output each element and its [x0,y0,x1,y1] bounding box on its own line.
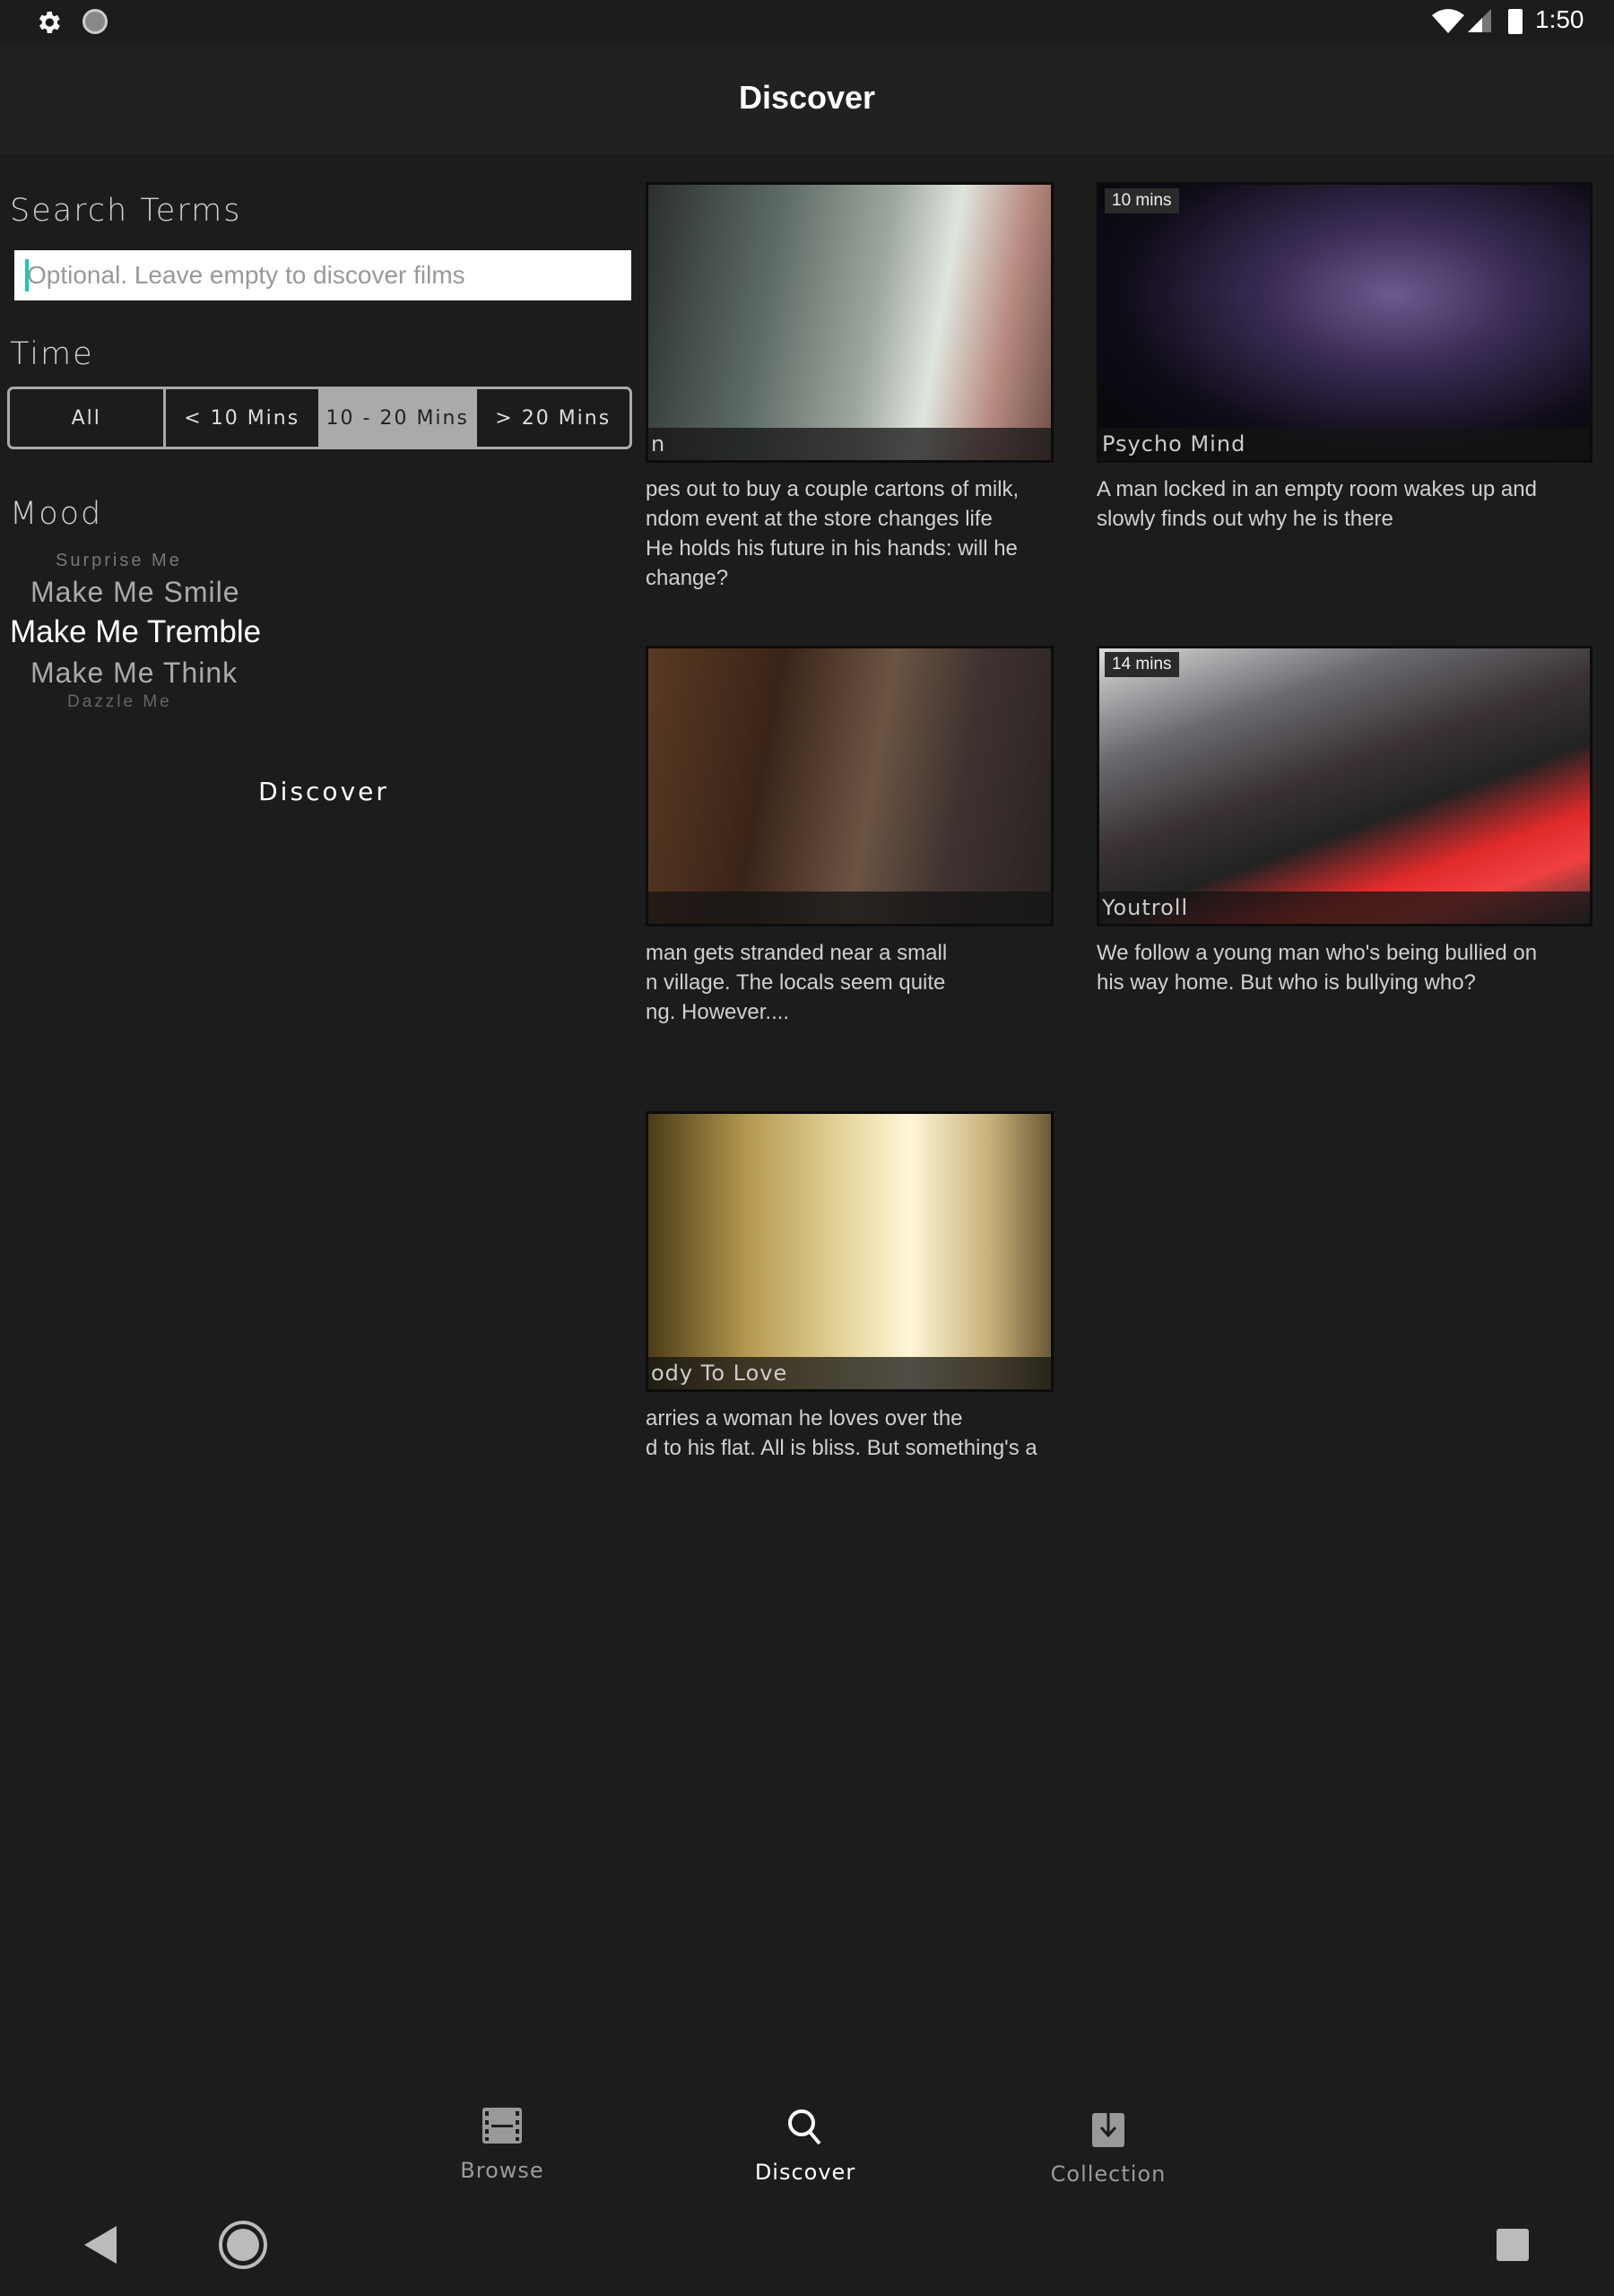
film-description: arries a woman he loves over the d to hi… [646,1404,1054,1463]
mood-surprise-me[interactable]: Surprise Me [56,551,182,571]
search-terms-label: Search Terms [10,193,242,229]
nav-discover[interactable]: Discover [698,2108,913,2185]
mood-make-me-tremble[interactable]: Make Me Tremble [10,614,261,650]
search-icon [788,2109,821,2145]
film-description: pes out to buy a couple cartons of milk,… [646,474,1054,593]
desc-line: ng. However.... [646,1000,790,1024]
desc-line: his way home. But who is bullying who? [1097,970,1476,995]
recents-button[interactable] [1497,2229,1529,2261]
home-icon [227,2229,259,2261]
signal-icon [1468,9,1491,32]
nav-label: Browse [460,2158,544,2183]
time-option-over-20[interactable]: > 20 Mins [477,389,630,447]
film-title: n [648,428,1051,460]
film-thumbnail[interactable]: ody To Love [646,1111,1054,1392]
time-option-all[interactable]: All [10,389,166,447]
desc-line: He holds his future in his hands: will h… [646,536,1018,561]
download-icon [1092,2108,1124,2147]
mood-make-me-smile[interactable]: Make Me Smile [30,576,240,609]
battery-icon [1508,9,1523,34]
home-button[interactable] [219,2221,267,2269]
film-thumbnail[interactable]: 14 mins Youtroll [1097,646,1592,926]
film-card[interactable]: ody To Love arries a woman he loves over… [646,1111,1054,1488]
nav-collection[interactable]: Collection [1001,2108,1216,2187]
film-icon [482,2108,522,2144]
status-bar: 1:50 [0,0,1614,45]
mood-dazzle-me[interactable]: Dazzle Me [67,692,172,712]
nav-label: Discover [754,2160,856,2185]
desc-line: ndom event at the store changes life [646,507,993,531]
desc-line: man gets stranded near a small [646,941,948,965]
back-icon[interactable] [84,2226,118,2264]
film-description: A man locked in an empty room wakes up a… [1097,474,1592,534]
desc-line: d to his flat. All is bliss. But somethi… [646,1436,1037,1460]
desc-line: pes out to buy a couple cartons of milk, [646,477,1020,501]
duration-badge: 10 mins [1105,188,1179,213]
search-placeholder: Optional. Leave empty to discover films [27,261,465,289]
film-card[interactable]: 14 mins Youtroll We follow a young man w… [1097,646,1592,1022]
gear-icon [39,12,60,33]
film-title: Psycho Mind [1099,428,1590,460]
desc-line: A man locked in an empty room wakes up a… [1097,477,1537,501]
mood-make-me-think[interactable]: Make Me Think [30,657,238,690]
desc-line: We follow a young man who's being bullie… [1097,941,1538,965]
time-segmented-control: All < 10 Mins 10 - 20 Mins > 20 Mins [7,387,632,449]
film-title [648,891,1051,924]
time-label: Time [10,336,94,372]
page-title: Discover [738,79,876,116]
clock: 1:50 [1535,5,1584,33]
desc-line: slowly finds out why he is there [1097,507,1393,531]
film-description: We follow a young man who's being bullie… [1097,938,1592,997]
film-card[interactable]: n pes out to buy a couple cartons of mil… [646,182,1054,613]
desc-line: change? [646,566,729,590]
desc-line: arries a woman he loves over the [646,1406,963,1431]
desc-line: n village. The locals seem quite [646,970,946,995]
film-title: Youtroll [1099,891,1590,924]
time-option-10-20[interactable]: 10 - 20 Mins [321,389,477,447]
film-title: ody To Love [648,1357,1051,1389]
film-card[interactable]: man gets stranded near a small n village… [646,646,1054,1040]
circle-icon [82,9,108,34]
wifi-icon [1432,9,1464,33]
nav-label: Collection [1050,2161,1167,2187]
time-option-under-10[interactable]: < 10 Mins [166,389,321,447]
film-thumbnail[interactable]: 10 mins Psycho Mind [1097,182,1592,463]
mood-label: Mood [10,496,103,532]
duration-badge: 14 mins [1105,652,1179,677]
nav-browse[interactable]: Browse [395,2108,610,2183]
film-description: man gets stranded near a small n village… [646,938,1054,1027]
film-thumbnail[interactable]: n [646,182,1054,463]
film-thumbnail[interactable] [646,646,1054,926]
film-card[interactable]: 10 mins Psycho Mind A man locked in an e… [1097,182,1592,559]
discover-button[interactable]: Discover [179,771,468,813]
search-input[interactable]: Optional. Leave empty to discover films [14,250,631,300]
